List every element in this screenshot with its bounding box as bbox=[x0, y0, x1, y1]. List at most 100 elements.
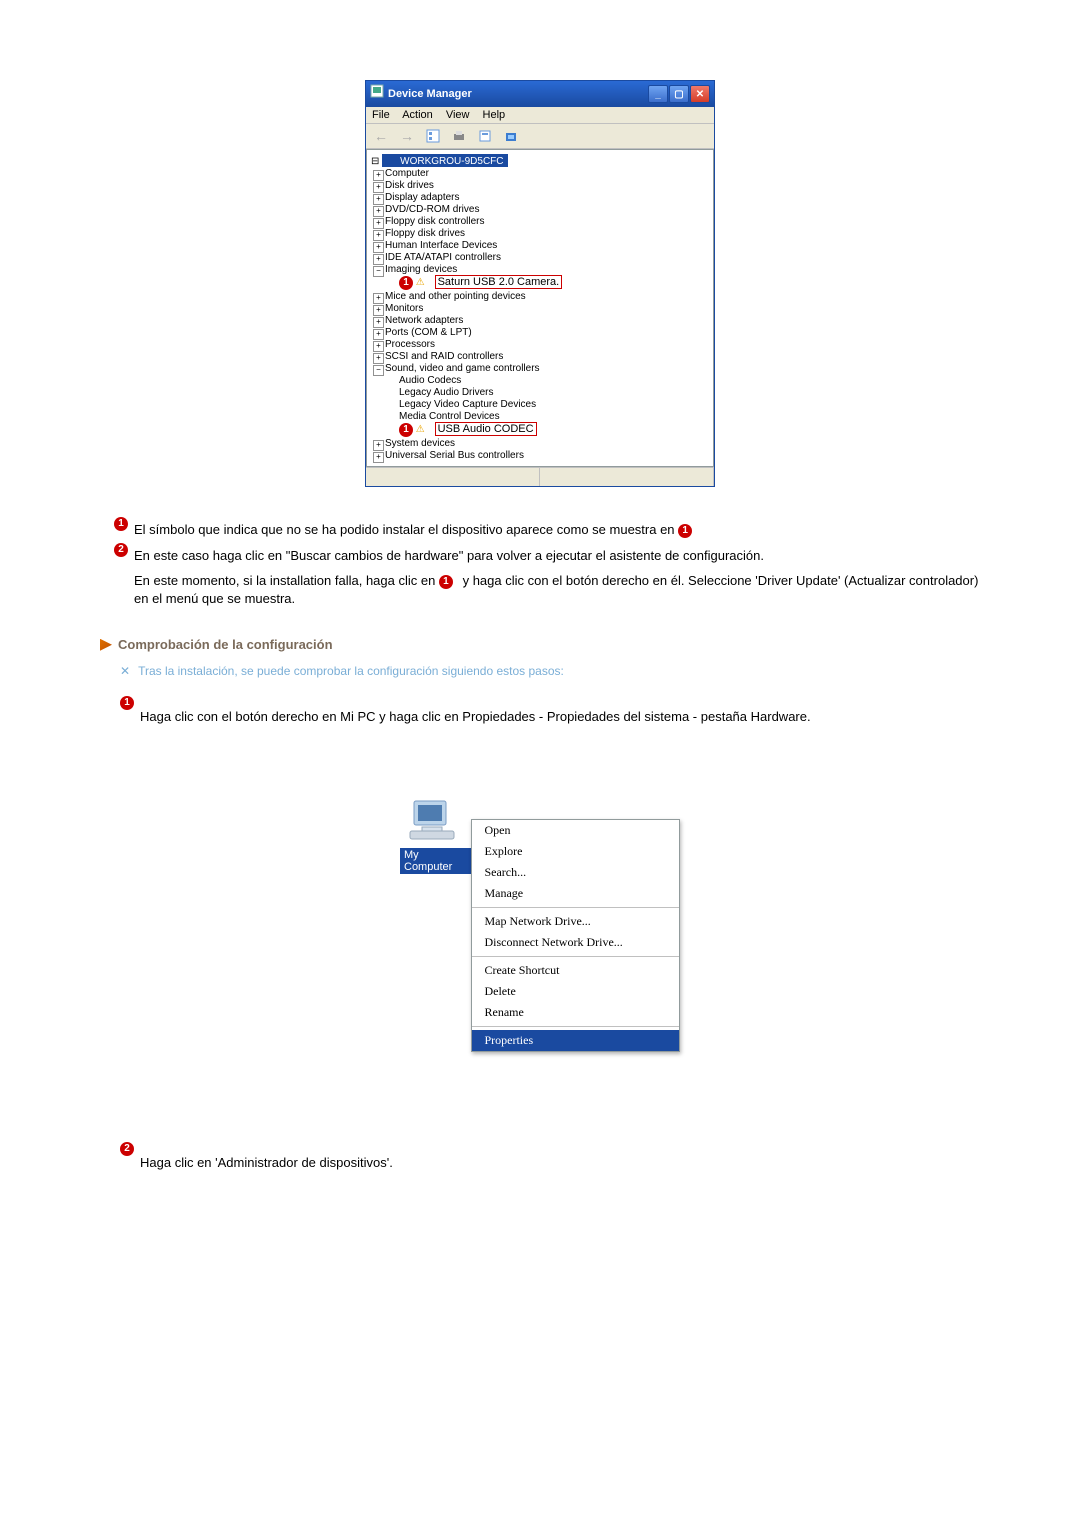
tree-item[interactable]: Media Control Devices bbox=[399, 411, 500, 422]
toolbar-scan-icon[interactable] bbox=[502, 127, 520, 145]
expand-icon[interactable]: + bbox=[373, 242, 384, 253]
window-title: Device Manager bbox=[388, 88, 472, 100]
collapse-icon[interactable]: − bbox=[373, 266, 384, 277]
tree-item[interactable]: Processors bbox=[385, 339, 435, 350]
menu-item-disconnect-drive[interactable]: Disconnect Network Drive... bbox=[472, 932, 679, 953]
menu-item-search[interactable]: Search... bbox=[472, 862, 679, 883]
section-note: Tras la instalación, se puede comprobar … bbox=[138, 664, 564, 678]
expand-icon[interactable]: + bbox=[373, 230, 384, 241]
section-heading: Comprobación de la configuración bbox=[100, 637, 980, 652]
device-manager-window: Device Manager _ ▢ ✕ File Action View He… bbox=[365, 80, 715, 487]
window-app-icon bbox=[370, 84, 384, 98]
status-bar bbox=[366, 467, 714, 486]
window-titlebar: Device Manager _ ▢ ✕ bbox=[366, 81, 714, 107]
window-controls: _ ▢ ✕ bbox=[647, 85, 710, 103]
nav-back-icon[interactable]: ← bbox=[372, 127, 390, 145]
bullet-1-icon: 1 bbox=[114, 517, 128, 531]
menu-help[interactable]: Help bbox=[483, 109, 506, 121]
instruction-1-text: El símbolo que indica que no se ha podid… bbox=[134, 522, 678, 537]
tree-item[interactable]: Imaging devices bbox=[385, 264, 457, 275]
tree-item[interactable]: Network adapters bbox=[385, 315, 463, 326]
my-computer-label[interactable]: My Computer bbox=[400, 848, 471, 874]
tree-item[interactable]: Floppy disk drives bbox=[385, 228, 465, 239]
expand-icon[interactable]: + bbox=[373, 440, 384, 451]
tree-item[interactable]: Display adapters bbox=[385, 192, 459, 203]
expand-icon[interactable]: + bbox=[373, 293, 384, 304]
expand-icon[interactable]: + bbox=[373, 329, 384, 340]
expand-icon[interactable]: + bbox=[373, 182, 384, 193]
menu-item-map-drive[interactable]: Map Network Drive... bbox=[472, 911, 679, 932]
expand-icon[interactable]: + bbox=[373, 353, 384, 364]
tree-item[interactable]: Computer bbox=[385, 168, 429, 179]
tree-item[interactable]: Monitors bbox=[385, 303, 423, 314]
step-1-text: Haga clic con el botón derecho en Mi PC … bbox=[140, 709, 980, 724]
tree-item[interactable]: Audio Codecs bbox=[399, 375, 461, 386]
tree-root[interactable]: WORKGROU-9D5CFC bbox=[382, 154, 507, 167]
star-icon: ✕ bbox=[120, 664, 130, 678]
expand-icon[interactable]: + bbox=[373, 254, 384, 265]
warning-icon: ⚠ bbox=[416, 424, 430, 436]
expand-icon[interactable]: + bbox=[373, 317, 384, 328]
expand-icon[interactable]: + bbox=[373, 341, 384, 352]
toolbar-print-icon[interactable] bbox=[450, 127, 468, 145]
menu-item-shortcut[interactable]: Create Shortcut bbox=[472, 960, 679, 981]
callout-1-icon: 1 bbox=[399, 423, 413, 437]
menu-item-explore[interactable]: Explore bbox=[472, 841, 679, 862]
expand-icon[interactable]: + bbox=[373, 452, 384, 463]
minimize-button[interactable]: _ bbox=[648, 85, 668, 103]
instruction-2-detail: En este momento, si la installation fall… bbox=[134, 572, 980, 607]
tree-item[interactable]: Disk drives bbox=[385, 180, 434, 191]
highlight-usb-audio[interactable]: USB Audio CODEC bbox=[435, 422, 537, 436]
menu-bar: File Action View Help bbox=[366, 107, 714, 123]
ref-1-icon: 1 bbox=[439, 575, 453, 589]
bullet-2-icon: 2 bbox=[114, 543, 128, 557]
expand-icon[interactable]: + bbox=[373, 194, 384, 205]
ref-1-icon: 1 bbox=[678, 524, 692, 538]
section-title: Comprobación de la configuración bbox=[118, 637, 333, 652]
tree-item[interactable]: Ports (COM & LPT) bbox=[385, 327, 472, 338]
tree-item[interactable]: Floppy disk controllers bbox=[385, 216, 484, 227]
callout-1-icon: 1 bbox=[399, 276, 413, 290]
expand-icon[interactable]: + bbox=[373, 305, 384, 316]
tree-item[interactable]: System devices bbox=[385, 438, 455, 449]
menu-item-manage[interactable]: Manage bbox=[472, 883, 679, 904]
tree-item[interactable]: Sound, video and game controllers bbox=[385, 363, 540, 374]
menu-separator bbox=[472, 907, 679, 908]
menu-item-delete[interactable]: Delete bbox=[472, 981, 679, 1002]
toolbar: ← → bbox=[366, 123, 714, 149]
tree-item[interactable]: SCSI and RAID controllers bbox=[385, 351, 503, 362]
instruction-2: En este caso haga clic en "Buscar cambio… bbox=[134, 547, 980, 565]
toolbar-properties-icon[interactable] bbox=[476, 127, 494, 145]
tree-item[interactable]: IDE ATA/ATAPI controllers bbox=[385, 252, 501, 263]
collapse-icon[interactable]: − bbox=[373, 365, 384, 376]
tree-item[interactable]: DVD/CD-ROM drives bbox=[385, 204, 479, 215]
bullet-2-icon: 2 bbox=[120, 1142, 134, 1156]
highlight-saturn-camera[interactable]: Saturn USB 2.0 Camera. bbox=[435, 275, 563, 289]
menu-view[interactable]: View bbox=[446, 109, 470, 121]
device-tree: ⊟ WORKGROU-9D5CFC +Computer +Disk drives… bbox=[366, 149, 714, 467]
context-menu: Open Explore Search... Manage Map Networ… bbox=[471, 819, 680, 1052]
tree-item[interactable]: Universal Serial Bus controllers bbox=[385, 450, 524, 461]
menu-separator bbox=[472, 956, 679, 957]
tree-item[interactable]: Legacy Video Capture Devices bbox=[399, 399, 536, 410]
toolbar-tree-icon[interactable] bbox=[424, 127, 442, 145]
menu-file[interactable]: File bbox=[372, 109, 390, 121]
warning-icon: ⚠ bbox=[416, 277, 430, 289]
bullet-1-icon: 1 bbox=[120, 696, 134, 710]
tree-item[interactable]: Legacy Audio Drivers bbox=[399, 387, 494, 398]
expand-icon[interactable]: + bbox=[373, 206, 384, 217]
expand-icon[interactable]: + bbox=[373, 170, 384, 181]
close-button[interactable]: ✕ bbox=[690, 85, 710, 103]
tree-item[interactable]: Mice and other pointing devices bbox=[385, 291, 526, 302]
menu-action[interactable]: Action bbox=[402, 109, 433, 121]
instruction-2b-a: En este momento, si la installation fall… bbox=[134, 573, 439, 588]
menu-item-open[interactable]: Open bbox=[472, 820, 679, 841]
expand-icon[interactable]: + bbox=[373, 218, 384, 229]
menu-item-properties[interactable]: Properties bbox=[472, 1030, 679, 1051]
maximize-button[interactable]: ▢ bbox=[669, 85, 689, 103]
tree-item[interactable]: Human Interface Devices bbox=[385, 240, 497, 251]
instruction-1: El símbolo que indica que no se ha podid… bbox=[134, 521, 980, 539]
menu-item-rename[interactable]: Rename bbox=[472, 1002, 679, 1023]
nav-forward-icon[interactable]: → bbox=[398, 127, 416, 145]
my-computer-icon-block: My Computer bbox=[400, 797, 471, 1052]
